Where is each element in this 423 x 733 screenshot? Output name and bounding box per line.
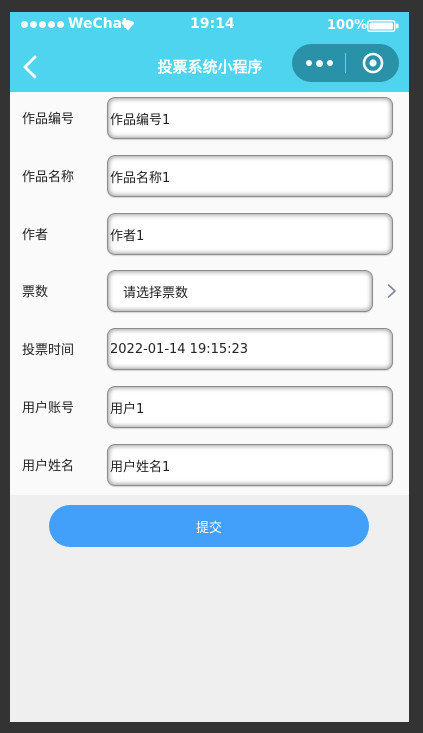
close-program-button[interactable] [346,44,399,82]
form-row-user-name: 用户姓名 用户姓名1 [10,441,409,489]
field-label: 用户姓名 [22,459,75,474]
signal-icon [21,21,66,28]
back-button[interactable] [18,54,44,80]
battery-icon [367,20,399,32]
vote-time-input[interactable]: 2022-01-14 19:15:23 [107,328,393,370]
wifi-icon [121,20,135,31]
form-row-work-id: 作品编号 作品编号1 [10,94,409,142]
form-row-author: 作者 作者1 [10,210,409,258]
field-label: 作者 [22,228,49,243]
status-bar: WeChat 19:14 100% [10,12,409,40]
form-row-votes: 票数 请选择票数 [10,267,409,315]
more-dots-icon [305,60,312,66]
form-row-user-account: 用户账号 用户1 [10,383,409,431]
submit-button[interactable]: 提交 [49,505,369,547]
carrier-name: WeChat [68,16,129,32]
form-row-work-name: 作品名称 作品名称1 [10,152,409,200]
field-label: 作品名称 [22,170,75,185]
work-name-input[interactable]: 作品名称1 [107,155,393,197]
status-time: 19:14 [190,16,235,32]
votes-select[interactable]: 请选择票数 [107,270,373,312]
page-title: 投票系统小程序 [157,58,263,76]
phone-screen: WeChat 19:14 100% 投票系统小程序 作品编号 作品编号1 作品名… [10,12,409,722]
field-label: 用户账号 [22,401,75,416]
work-id-input[interactable]: 作品编号1 [107,97,393,139]
mini-program-capsule [292,44,399,82]
chevron-right-icon[interactable] [386,283,398,299]
field-label: 投票时间 [22,343,75,358]
field-label: 票数 [22,285,49,300]
user-account-input[interactable]: 用户1 [107,386,393,428]
more-button[interactable] [292,44,346,82]
user-name-input[interactable]: 用户姓名1 [107,444,393,486]
form-row-vote-time: 投票时间 2022-01-14 19:15:23 [10,325,409,373]
vote-form: 作品编号 作品编号1 作品名称 作品名称1 作者 作者1 票数 请选择票数 投票… [10,92,409,495]
field-label: 作品编号 [22,112,75,127]
author-input[interactable]: 作者1 [107,213,393,255]
battery-percentage: 100% [327,18,368,33]
header: WeChat 19:14 100% 投票系统小程序 [10,12,409,92]
